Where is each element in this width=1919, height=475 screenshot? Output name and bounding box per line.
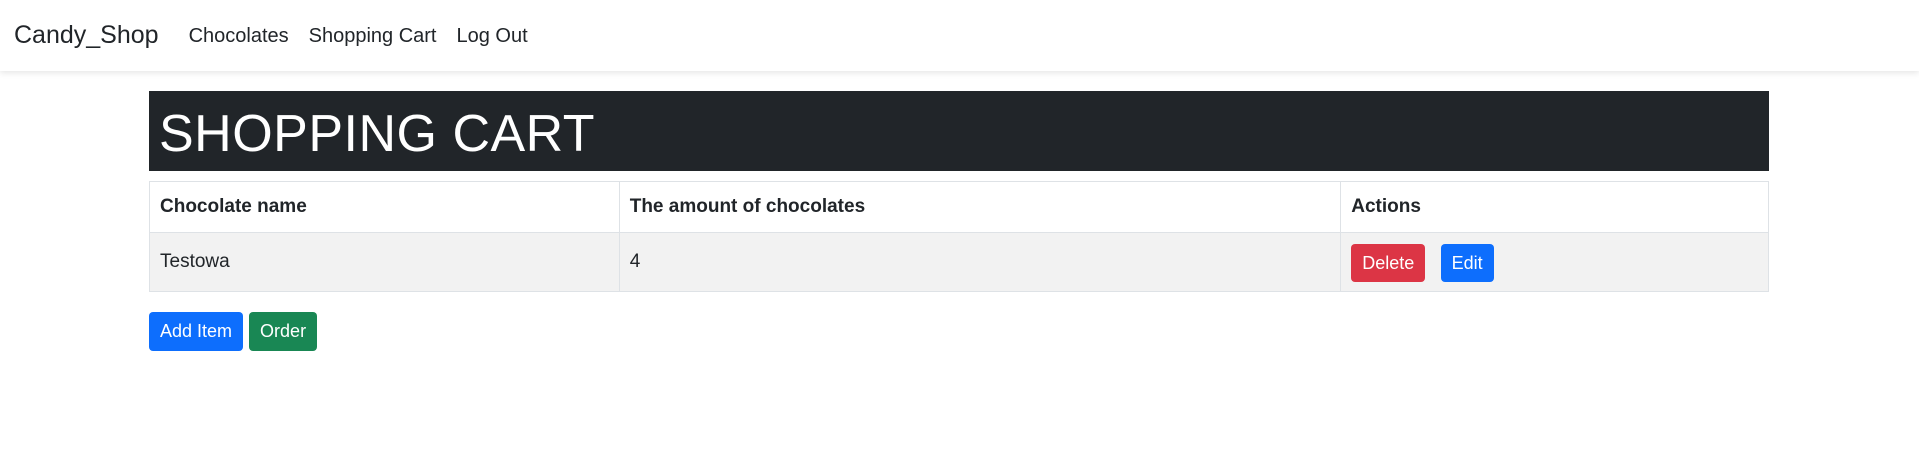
cell-actions: Delete Edit — [1340, 232, 1769, 292]
delete-button[interactable]: Delete — [1351, 244, 1426, 282]
add-item-button[interactable]: Add Item — [149, 312, 244, 351]
brand-link[interactable]: Candy_Shop — [14, 23, 159, 48]
header-amount: The amount of chocolates — [618, 181, 1342, 233]
nav-link-chocolates[interactable]: Chocolates — [189, 26, 289, 46]
cell-amount: 4 — [618, 232, 1342, 292]
nav-link-log-out[interactable]: Log Out — [457, 26, 528, 46]
header-actions: Actions — [1340, 181, 1769, 233]
main-container: SHOPPING CART Chocolate name The amount … — [149, 91, 1769, 351]
nav-link-shopping-cart[interactable]: Shopping Cart — [309, 26, 437, 46]
top-navbar: Candy_Shop Chocolates Shopping Cart Log … — [0, 0, 1919, 71]
cart-table: Chocolate name The amount of chocolates … — [149, 181, 1769, 292]
edit-button[interactable]: Edit — [1440, 244, 1494, 282]
cart-action-buttons: Add Item Order — [149, 312, 1769, 351]
order-button[interactable]: Order — [249, 312, 318, 351]
page-title: SHOPPING CART — [149, 91, 1769, 171]
table-header-row: Chocolate name The amount of chocolates … — [149, 181, 1769, 233]
header-chocolate-name: Chocolate name — [149, 181, 620, 233]
cell-chocolate-name: Testowa — [149, 232, 620, 292]
table-row: Testowa 4 Delete Edit — [149, 232, 1769, 292]
